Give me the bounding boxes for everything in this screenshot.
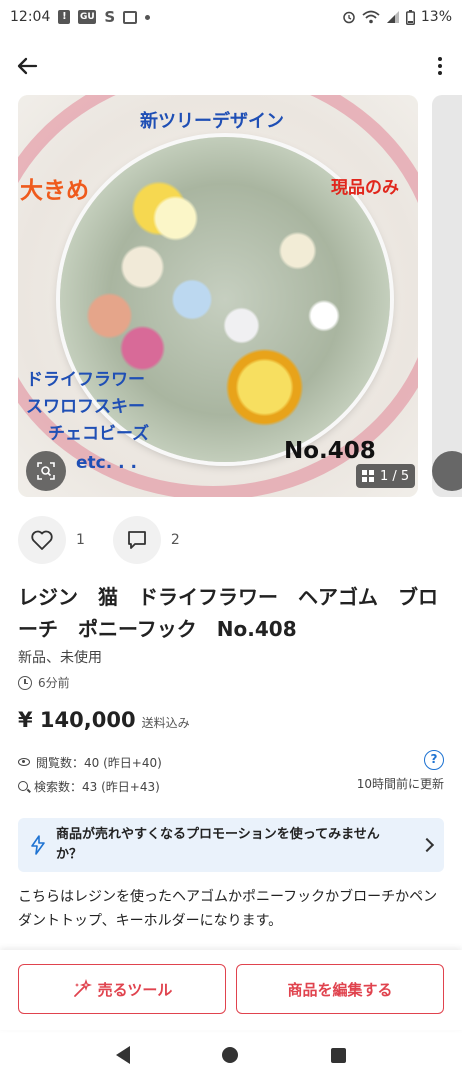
battery-percent: 13% xyxy=(420,9,452,25)
top-nav xyxy=(0,40,462,90)
system-recents-icon[interactable] xyxy=(330,1047,346,1063)
signal-icon xyxy=(386,11,399,23)
alert-icon: ! xyxy=(58,10,71,24)
status-right: 13% xyxy=(342,9,452,25)
system-back-icon[interactable] xyxy=(116,1046,131,1064)
product-image[interactable]: 新ツリーデザイン 大きめ 現品のみ ドライフラワー スワロフスキー チェコビーズ… xyxy=(18,95,418,497)
battery-icon xyxy=(405,9,415,25)
posted-time: 6分前 xyxy=(38,676,70,690)
sell-tools-label: 売るツール xyxy=(97,980,173,999)
comment-count: 2 xyxy=(170,532,180,548)
photo-text-design: 新ツリーデザイン xyxy=(140,111,284,132)
promotion-text: 商品が売れやすくなるプロモーションを使ってみませんか？ xyxy=(56,827,380,862)
photo-text-only: 現品のみ xyxy=(331,178,399,198)
lens-icon xyxy=(37,462,55,480)
clock-icon xyxy=(18,675,32,690)
social-row: 1 2 xyxy=(18,515,208,565)
lightning-icon xyxy=(31,835,45,855)
back-arrow-icon[interactable] xyxy=(14,52,42,80)
page-counter-text: 1 / 5 xyxy=(380,468,410,484)
photo-text-line3: チェコビーズ xyxy=(48,424,150,444)
magic-wand-icon xyxy=(73,979,92,997)
bag-icon xyxy=(123,10,138,24)
item-title: レジン 猫 ドライフラワー ヘアゴム ブローチ ポニーフック No.408 xyxy=(18,585,438,641)
status-bar: 12:04 ! GU S 13% xyxy=(0,0,462,34)
s-icon: S xyxy=(104,8,116,26)
shipping-note: 送料込み xyxy=(141,716,190,730)
more-options-icon[interactable] xyxy=(432,52,448,80)
item-stats: 閲覧数：40 (昨日+40) 検索数：43 (昨日+43) xyxy=(18,750,162,798)
next-image-preview[interactable] xyxy=(432,95,462,497)
photo-text-line1: ドライフラワー xyxy=(26,370,145,390)
promotion-banner[interactable]: 商品が売れやすくなるプロモーションを使ってみませんか？ xyxy=(18,818,444,872)
views-stat: 閲覧数：40 (昨日+40) xyxy=(18,750,162,774)
edit-item-label: 商品を編集する xyxy=(287,980,393,999)
grid-icon xyxy=(362,470,374,482)
searches-text: 検索数：43 (昨日+43) xyxy=(34,779,160,794)
like-count: 1 xyxy=(76,532,85,548)
system-nav-bar xyxy=(0,1030,462,1080)
photo-text-big: 大きめ xyxy=(20,178,89,204)
dot-icon xyxy=(145,14,151,20)
photo-text-materials: ドライフラワー スワロフスキー チェコビーズ xyxy=(26,367,149,448)
status-left: 12:04 ! GU S xyxy=(10,8,151,26)
image-page-counter: 1 / 5 xyxy=(356,464,416,488)
eye-icon xyxy=(18,758,30,766)
item-price: ¥ 140,000 xyxy=(18,708,136,732)
photo-text-number: No.408 xyxy=(284,438,376,464)
item-description: こちらはレジンを使ったヘアゴムかポニーフックかブローチかペンダントトップ、キーホ… xyxy=(18,889,438,929)
price-row: ¥ 140,000 送料込み xyxy=(18,708,190,732)
system-home-icon[interactable] xyxy=(222,1047,239,1063)
search-icon xyxy=(18,781,28,791)
photo-text-etc: etc. . . xyxy=(76,453,137,473)
item-condition: 新品、未使用 xyxy=(18,650,102,666)
posted-time-row: 6分前 xyxy=(18,674,70,691)
heart-icon xyxy=(31,530,53,550)
like-button[interactable] xyxy=(18,516,66,564)
action-bar: 売るツール 商品を編集する xyxy=(0,950,462,1030)
views-text: 閲覧数：40 (昨日+40) xyxy=(36,755,162,770)
comment-button[interactable] xyxy=(112,516,161,564)
chevron-right-icon xyxy=(419,837,435,853)
comment-icon xyxy=(128,531,146,549)
searches-stat: 検索数：43 (昨日+43) xyxy=(18,774,162,798)
updated-time: 10時間前に更新 xyxy=(356,777,444,791)
photo-text-line2: スワロフスキー xyxy=(26,397,145,417)
alarm-icon xyxy=(343,11,355,24)
edit-item-button[interactable]: 商品を編集する xyxy=(236,964,444,1014)
help-icon[interactable]: ? xyxy=(424,750,444,770)
gu-icon: GU xyxy=(78,10,97,24)
sell-tools-button[interactable]: 売るツール xyxy=(18,964,226,1014)
status-time: 12:04 xyxy=(10,9,51,25)
image-search-button[interactable] xyxy=(26,451,66,491)
wifi-icon xyxy=(362,10,380,24)
